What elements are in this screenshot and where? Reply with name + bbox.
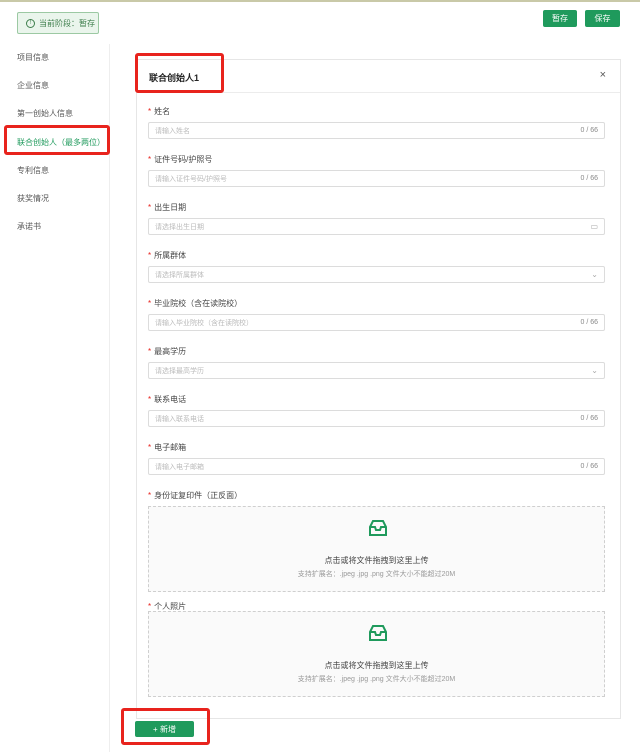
- phone-input[interactable]: 请输入联系电话 0 / 66: [148, 410, 605, 427]
- name-counter: 0 / 66: [580, 127, 598, 134]
- group-select[interactable]: 请选择所属群体 ⌄: [148, 266, 605, 283]
- upload-hint: 点击或将文件拖拽到这里上传: [324, 556, 429, 565]
- group-label: * 所属群体: [148, 251, 187, 260]
- school-label: * 毕业院校（含在读院校）: [148, 299, 243, 308]
- calendar-icon: ▭: [590, 222, 598, 231]
- name-label: * 姓名: [148, 107, 171, 116]
- inbox-icon: [369, 625, 387, 641]
- upload-format-hint: 支持扩展名：.jpeg .jpg .png 文件大小不能超过20M: [297, 571, 456, 578]
- sidebar-highlight-box: [4, 125, 110, 155]
- info-icon: !: [26, 18, 35, 28]
- upload-format-hint: 支持扩展名：.jpeg .jpg .png 文件大小不能超过20M: [297, 676, 456, 683]
- school-input[interactable]: 请输入毕业院校（含在读院校） 0 / 66: [148, 314, 605, 331]
- title-highlight-box: [135, 53, 224, 93]
- add-highlight-box: [121, 708, 210, 745]
- photo-upload-area[interactable]: 点击或将文件拖拽到这里上传 支持扩展名：.jpeg .jpg .png 文件大小…: [148, 611, 605, 697]
- id-number-input[interactable]: 请输入证件号码/护照号 0 / 66: [148, 170, 605, 187]
- upload-hint: 点击或将文件拖拽到这里上传: [324, 661, 429, 670]
- birth-date-picker[interactable]: 请选择出生日期 ▭: [148, 218, 605, 235]
- id-copy-label: * 身份证复印件（正反面）: [148, 491, 243, 500]
- sidebar-item-awards[interactable]: 获奖情况: [17, 193, 49, 204]
- email-counter: 0 / 66: [580, 463, 598, 470]
- sidebar-item-commitment[interactable]: 承诺书: [17, 221, 41, 232]
- chevron-down-icon: ⌄: [591, 270, 598, 279]
- id-number-counter: 0 / 66: [580, 175, 598, 182]
- top-border: [0, 0, 640, 2]
- stage-badge: ! 当前阶段：暂存: [17, 12, 99, 34]
- education-select[interactable]: 请选择最高学历 ⌄: [148, 362, 605, 379]
- email-input[interactable]: 请输入电子邮箱 0 / 66: [148, 458, 605, 475]
- education-label: * 最高学历: [148, 347, 187, 356]
- name-input[interactable]: 请输入姓名 0 / 66: [148, 122, 605, 139]
- sidebar-item-project[interactable]: 项目信息: [17, 52, 49, 63]
- close-icon[interactable]: ×: [600, 69, 606, 81]
- phone-counter: 0 / 66: [580, 415, 598, 422]
- chevron-down-icon: ⌄: [591, 366, 598, 375]
- phone-label: * 联系电话: [148, 395, 187, 404]
- stash-button[interactable]: 暂存: [543, 10, 577, 27]
- id-number-label: * 证件号码/护照号: [148, 155, 213, 164]
- email-label: * 电子邮箱: [148, 443, 187, 452]
- school-counter: 0 / 66: [580, 319, 598, 326]
- sidebar-item-company[interactable]: 企业信息: [17, 80, 49, 91]
- stage-label: 当前阶段：暂存: [39, 18, 95, 28]
- birth-date-label: * 出生日期: [148, 203, 187, 212]
- save-button[interactable]: 保存: [585, 10, 620, 27]
- id-copy-upload-area[interactable]: 点击或将文件拖拽到这里上传 支持扩展名：.jpeg .jpg .png 文件大小…: [148, 506, 605, 592]
- sidebar-item-first-founder[interactable]: 第一创始人信息: [17, 108, 73, 119]
- sidebar-item-patent[interactable]: 专利信息: [17, 165, 49, 176]
- inbox-icon: [369, 520, 387, 536]
